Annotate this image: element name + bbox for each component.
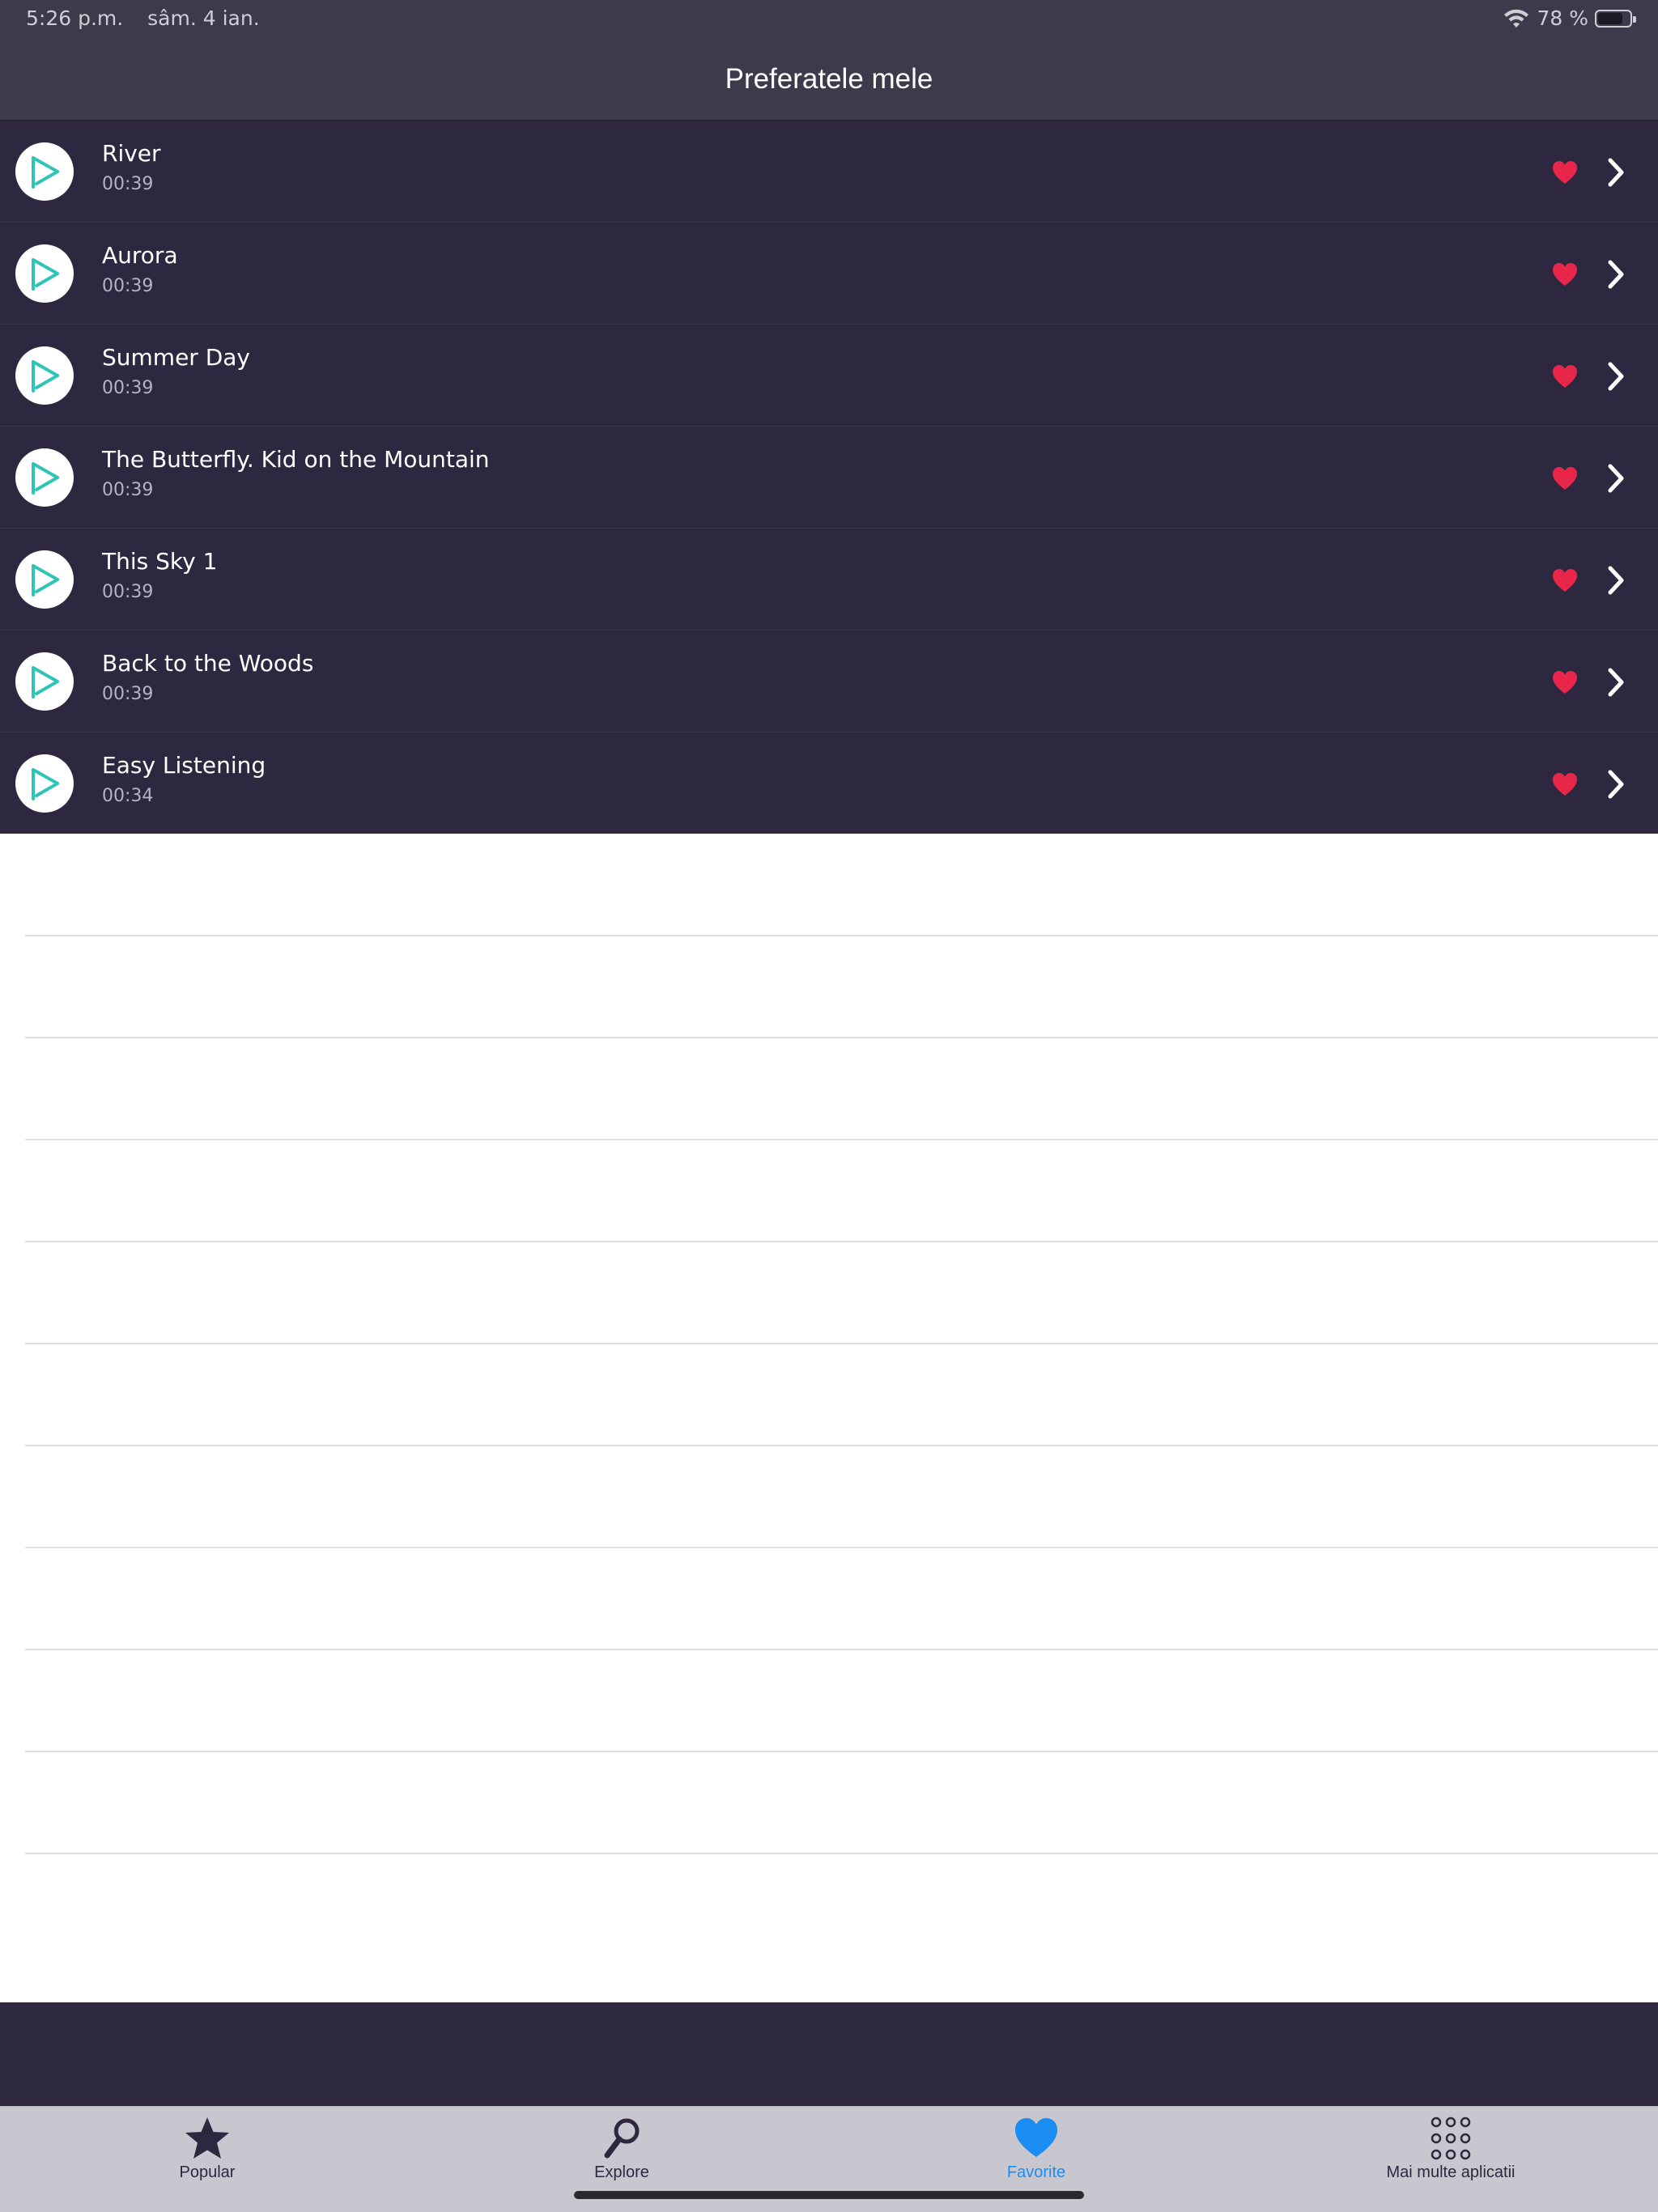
- empty-row-separator: [25, 1649, 1658, 1650]
- track-duration: 00:39: [102, 684, 154, 704]
- track-duration: 00:39: [102, 276, 154, 296]
- favorite-row[interactable]: The Butterfly. Kid on the Mountain 00:39: [0, 427, 1658, 529]
- play-triangle-icon: [32, 768, 59, 800]
- tab-label-explore: Explore: [594, 2163, 649, 2181]
- chevron-right-icon[interactable]: [1605, 462, 1627, 495]
- status-right: 78 %: [1503, 6, 1636, 30]
- track-title: This Sky 1: [102, 548, 218, 575]
- play-icon[interactable]: [15, 346, 74, 405]
- favorite-heart-icon[interactable]: [1551, 771, 1579, 797]
- battery-icon: [1595, 9, 1636, 28]
- favorite-row[interactable]: Summer Day 00:39: [0, 325, 1658, 427]
- track-duration: 00:39: [102, 174, 154, 194]
- bottom-background-band: [0, 2002, 1658, 2106]
- favorite-heart-icon[interactable]: [1551, 669, 1579, 695]
- track-title: Easy Listening: [102, 752, 266, 779]
- empty-row-separator: [25, 935, 1658, 936]
- navigation-bar: Preferatele mele: [0, 39, 1658, 121]
- chevron-right-icon[interactable]: [1605, 360, 1627, 393]
- track-title: Aurora: [102, 242, 178, 269]
- play-triangle-icon: [32, 462, 59, 495]
- favorite-row[interactable]: River 00:39: [0, 121, 1658, 223]
- battery-level-fill: [1598, 12, 1622, 24]
- empty-row-separator: [25, 1139, 1658, 1140]
- favorites-list: River 00:39 Aurora 00:39 Summer Day 00:39 The …: [0, 121, 1658, 834]
- battery-percent: 78 %: [1537, 6, 1588, 30]
- empty-row-separator: [25, 1343, 1658, 1344]
- play-icon[interactable]: [15, 142, 74, 201]
- favorite-row[interactable]: Easy Listening 00:34: [0, 732, 1658, 834]
- play-icon[interactable]: [15, 448, 74, 507]
- chevron-right-icon[interactable]: [1605, 666, 1627, 698]
- favorite-heart-icon[interactable]: [1551, 465, 1579, 491]
- track-duration: 00:39: [102, 480, 154, 500]
- tab-label-more-apps: Mai multe aplicatii: [1386, 2163, 1516, 2181]
- tab-label-popular: Popular: [179, 2163, 236, 2181]
- tab-favorite[interactable]: Favorite: [829, 2115, 1244, 2188]
- status-date: sâm. 4 ian.: [147, 6, 260, 30]
- favorite-row[interactable]: Aurora 00:39: [0, 223, 1658, 325]
- page-title: Preferatele mele: [725, 63, 933, 95]
- play-triangle-icon: [32, 156, 59, 189]
- heart-icon: [1015, 2118, 1057, 2157]
- favorite-heart-icon[interactable]: [1551, 567, 1579, 593]
- chevron-right-icon[interactable]: [1605, 564, 1627, 597]
- favorite-heart-icon[interactable]: [1551, 363, 1579, 389]
- empty-row-separator: [25, 1751, 1658, 1752]
- status-time: 5:26 p.m.: [26, 6, 124, 30]
- track-duration: 00:39: [102, 582, 154, 602]
- play-icon[interactable]: [15, 754, 74, 813]
- play-icon[interactable]: [15, 550, 74, 609]
- track-title: River: [102, 140, 161, 167]
- status-left: 5:26 p.m. sâm. 4 ian.: [26, 6, 278, 30]
- chevron-right-icon[interactable]: [1605, 768, 1627, 800]
- favorite-heart-icon[interactable]: [1551, 159, 1579, 185]
- empty-row-separator: [25, 1547, 1658, 1548]
- empty-row-separator: [25, 1037, 1658, 1038]
- favorite-row[interactable]: Back to the Woods 00:39: [0, 630, 1658, 732]
- track-duration: 00:39: [102, 378, 154, 398]
- play-icon[interactable]: [15, 244, 74, 303]
- empty-row-separator: [25, 1241, 1658, 1242]
- play-icon[interactable]: [15, 652, 74, 711]
- favorite-row[interactable]: This Sky 1 00:39: [0, 529, 1658, 630]
- track-title: Back to the Woods: [102, 650, 314, 677]
- play-triangle-icon: [32, 666, 59, 698]
- tab-more-apps[interactable]: Mai multe aplicatii: [1244, 2115, 1658, 2188]
- empty-table-area: [0, 834, 1658, 2002]
- chevron-right-icon[interactable]: [1605, 258, 1627, 291]
- play-triangle-icon: [32, 564, 59, 597]
- track-title: Summer Day: [102, 344, 250, 371]
- apps-grid-icon: [1431, 2116, 1471, 2160]
- status-bar: 5:26 p.m. sâm. 4 ian. 78 %: [0, 0, 1658, 39]
- track-duration: 00:34: [102, 786, 154, 806]
- tab-explore[interactable]: Explore: [414, 2115, 829, 2188]
- empty-row-separator: [25, 1853, 1658, 1854]
- play-triangle-icon: [32, 360, 59, 393]
- track-title: The Butterfly. Kid on the Mountain: [102, 446, 490, 473]
- tab-label-favorite: Favorite: [1006, 2163, 1066, 2181]
- play-triangle-icon: [32, 258, 59, 291]
- chevron-right-icon[interactable]: [1605, 156, 1627, 189]
- tab-popular[interactable]: Popular: [0, 2115, 414, 2188]
- star-icon: [185, 2117, 229, 2159]
- wifi-icon: [1504, 9, 1529, 28]
- home-indicator: [574, 2191, 1084, 2199]
- magnifier-icon: [604, 2118, 640, 2159]
- empty-row-separator: [25, 1445, 1658, 1446]
- favorite-heart-icon[interactable]: [1551, 261, 1579, 287]
